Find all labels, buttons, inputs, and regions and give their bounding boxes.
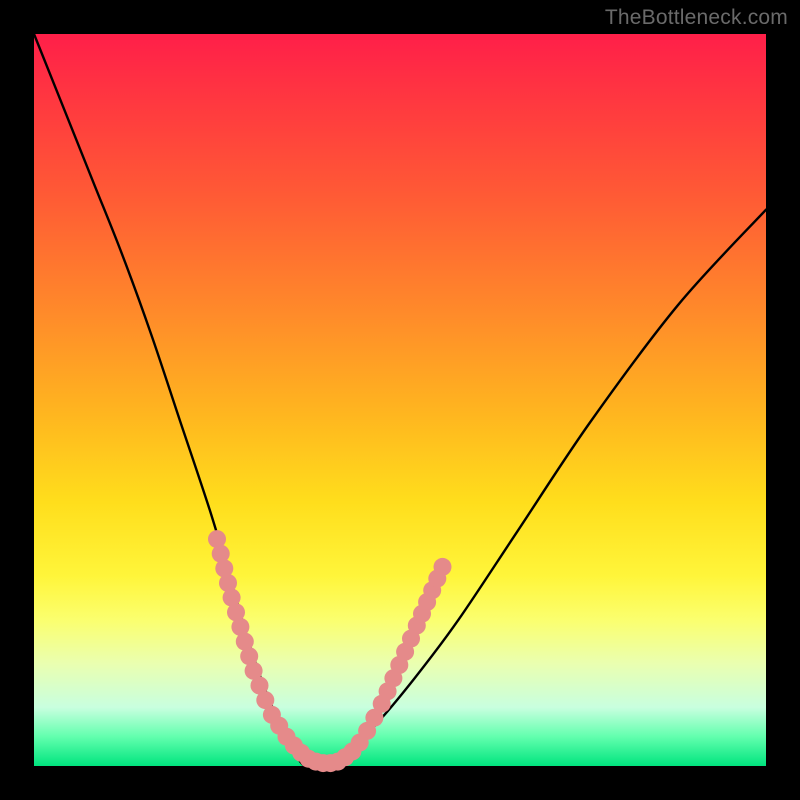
plot-area	[34, 34, 766, 766]
chart-frame: TheBottleneck.com	[0, 0, 800, 800]
curve-layer	[34, 34, 766, 766]
highlight-dot	[434, 558, 452, 576]
highlight-dots	[208, 530, 452, 772]
watermark-text: TheBottleneck.com	[605, 6, 788, 30]
